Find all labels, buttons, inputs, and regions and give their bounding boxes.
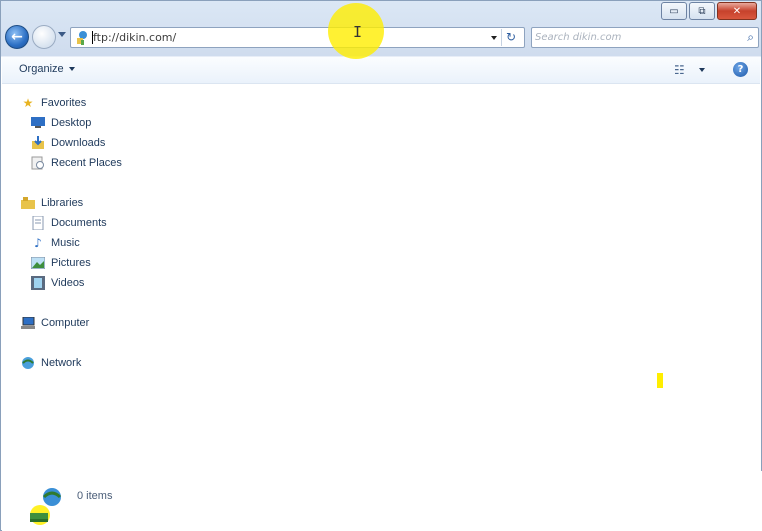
network-icon [20,355,36,371]
close-button[interactable]: ✕ [717,2,757,20]
nav-item-downloads[interactable]: Downloads [30,134,105,152]
desktop-icon [30,115,46,131]
nav-item-label: Videos [51,277,85,289]
nav-libraries-label: Libraries [41,197,84,209]
forward-button[interactable] [32,25,56,49]
search-box[interactable]: ⌕ [531,27,759,48]
maximize-button[interactable]: ⧉ [689,2,715,20]
downloads-icon [30,135,46,151]
item-count: 0 items [77,490,113,502]
ftp-globe-icon [30,488,62,525]
nav-item-label: Music [51,237,80,249]
help-icon[interactable]: ? [733,62,748,77]
nav-computer[interactable]: Computer [20,314,89,332]
computer-icon [20,315,36,331]
recent-pages-dropdown[interactable] [58,32,66,37]
caption-buttons: ▭ ⧉ ✕ [661,2,757,20]
nav-item-documents[interactable]: Documents [30,214,107,232]
pictures-icon [30,255,46,271]
nav-item-label: Downloads [51,137,106,149]
search-input[interactable] [535,29,735,46]
recent-places-icon [30,155,46,171]
minimize-button[interactable]: ▭ [661,2,687,20]
nav-libraries[interactable]: Libraries [20,194,83,212]
command-bar: Organize ☷ ? [2,57,760,84]
text-cursor-icon: I [353,23,363,41]
status-bar: 0 items [2,471,762,531]
address-history-dropdown[interactable] [491,36,497,40]
nav-computer-label: Computer [41,317,90,329]
nav-item-desktop[interactable]: Desktop [30,114,91,132]
navigation-pane: ★ Favorites Desktop Downloads Recent Pla… [2,85,302,465]
nav-network-label: Network [41,357,82,369]
nav-item-pictures[interactable]: Pictures [30,254,91,272]
documents-icon [30,215,46,231]
address-divider [501,29,502,46]
nav-favorites[interactable]: ★ Favorites [20,94,87,112]
videos-icon [30,275,46,291]
refresh-icon[interactable]: ↻ [506,30,516,44]
address-bar[interactable]: ftp://dikin.com/ ↻ [70,27,525,48]
libraries-icon [20,195,36,211]
chevron-down-icon [68,67,75,72]
nav-item-music[interactable]: ♪ Music [30,234,80,252]
nav-item-label: Documents [51,217,107,229]
nav-item-label: Desktop [51,117,92,129]
nav-favorites-label: Favorites [41,97,87,109]
address-value[interactable]: ftp://dikin.com/ [93,31,176,44]
nav-item-recent-places[interactable]: Recent Places [30,154,122,172]
arrow-left-icon: ← [11,29,23,45]
highlight-marker [657,373,663,388]
change-view-icon[interactable]: ☷ [674,63,685,77]
nav-item-videos[interactable]: Videos [30,274,84,292]
organize-label: Organize [19,63,64,75]
nav-network[interactable]: Network [20,354,81,372]
back-button[interactable]: ← [5,25,29,49]
search-icon[interactable]: ⌕ [747,30,754,45]
music-icon: ♪ [34,236,42,250]
star-icon: ★ [22,96,34,110]
nav-item-label: Pictures [51,257,91,269]
view-options-dropdown[interactable] [699,68,705,72]
nav-item-label: Recent Places [51,157,122,169]
ftp-site-icon [77,31,87,45]
explorer-window: ▭ ⧉ ✕ ← ftp://dikin.com/ ↻ ⌕ Org [0,0,762,531]
organize-button[interactable]: Organize [19,63,75,75]
